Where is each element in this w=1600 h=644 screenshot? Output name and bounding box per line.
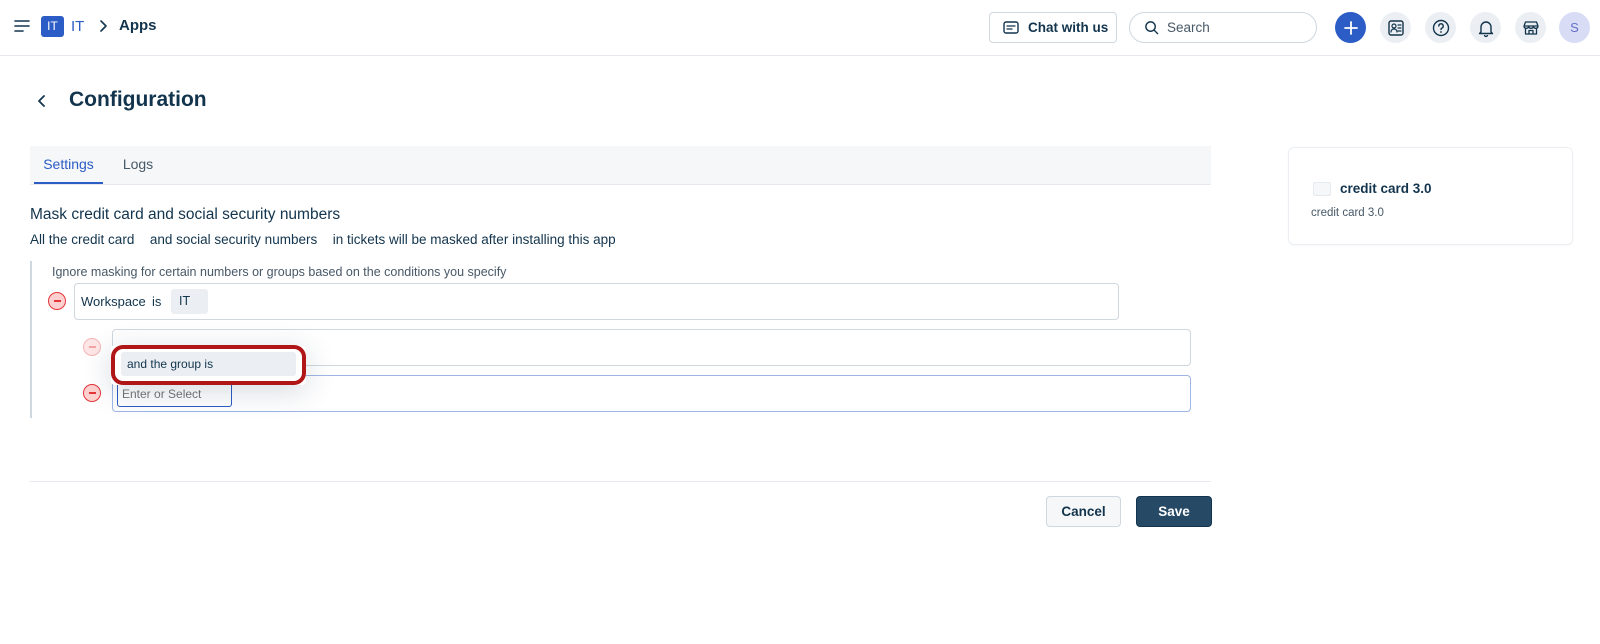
search-icon <box>1145 21 1159 35</box>
condition-value-chip[interactable]: IT <box>171 289 208 314</box>
desc-suffix: in tickets will be masked after installi… <box>332 232 616 247</box>
section-title: Mask credit card and social security num… <box>30 206 341 223</box>
condition-operator: is <box>152 294 162 309</box>
help-button[interactable] <box>1425 12 1456 43</box>
app-info-card: credit card 3.0 credit card 3.0 <box>1288 147 1573 245</box>
cancel-button[interactable]: Cancel <box>1046 496 1121 527</box>
breadcrumb-apps: Apps <box>119 17 157 34</box>
conditions-note: Ignore masking for certain numbers or gr… <box>52 265 507 279</box>
tab-bar: Settings Logs <box>30 146 1211 185</box>
app-subtitle: credit card 3.0 <box>1311 207 1384 219</box>
app-logo-icon <box>1313 182 1331 196</box>
store-icon <box>1522 20 1539 35</box>
save-button[interactable]: Save <box>1136 496 1212 527</box>
back-arrow-icon[interactable] <box>34 93 50 109</box>
divider <box>30 481 1211 482</box>
page-title: Configuration <box>69 88 207 111</box>
chat-icon <box>1003 20 1019 34</box>
global-search-input[interactable]: Search <box>1129 12 1317 43</box>
remove-condition-3-button[interactable] <box>83 384 101 402</box>
notifications-button[interactable] <box>1470 12 1501 43</box>
desc-ssn: social security numbers <box>176 232 318 247</box>
app-name: credit card 3.0 <box>1340 181 1432 196</box>
condition-row-workspace[interactable]: Workspace is IT <box>74 283 1119 320</box>
new-item-button[interactable] <box>1335 12 1366 43</box>
desc-and: and <box>149 232 173 247</box>
condition-field: Workspace <box>81 294 146 309</box>
remove-condition-2-button[interactable] <box>83 338 101 356</box>
tab-logs[interactable]: Logs <box>118 146 158 184</box>
hamburger-menu-icon[interactable] <box>12 16 32 36</box>
search-placeholder: Search <box>1167 20 1210 35</box>
contacts-button[interactable] <box>1380 12 1411 43</box>
remove-condition-1-button[interactable] <box>48 292 66 310</box>
chat-label: Chat with us <box>1028 20 1109 35</box>
workspace-badge[interactable]: IT <box>41 16 64 37</box>
breadcrumb-workspace[interactable]: IT <box>71 18 84 35</box>
plus-icon <box>1343 20 1358 35</box>
condition-options-dropdown: and the group is <box>111 345 306 385</box>
conditions-panel: Ignore masking for certain numbers or gr… <box>30 261 1191 418</box>
help-icon <box>1432 19 1449 36</box>
option-and-the-group-is[interactable]: and the group is <box>121 352 296 376</box>
top-bar: IT IT Apps Chat with us Search S <box>0 0 1600 56</box>
tab-settings[interactable]: Settings <box>34 146 103 184</box>
contact-card-icon <box>1387 19 1404 36</box>
chevron-right-icon <box>100 20 107 32</box>
desc-credit-card: credit card <box>71 232 135 247</box>
chat-with-us-button[interactable]: Chat with us <box>989 12 1117 43</box>
bell-icon <box>1478 20 1493 37</box>
section-description: All the credit card and social security … <box>30 232 616 247</box>
user-avatar[interactable]: S <box>1559 12 1590 43</box>
marketplace-button[interactable] <box>1515 12 1546 43</box>
desc-prefix: All the <box>30 232 68 247</box>
